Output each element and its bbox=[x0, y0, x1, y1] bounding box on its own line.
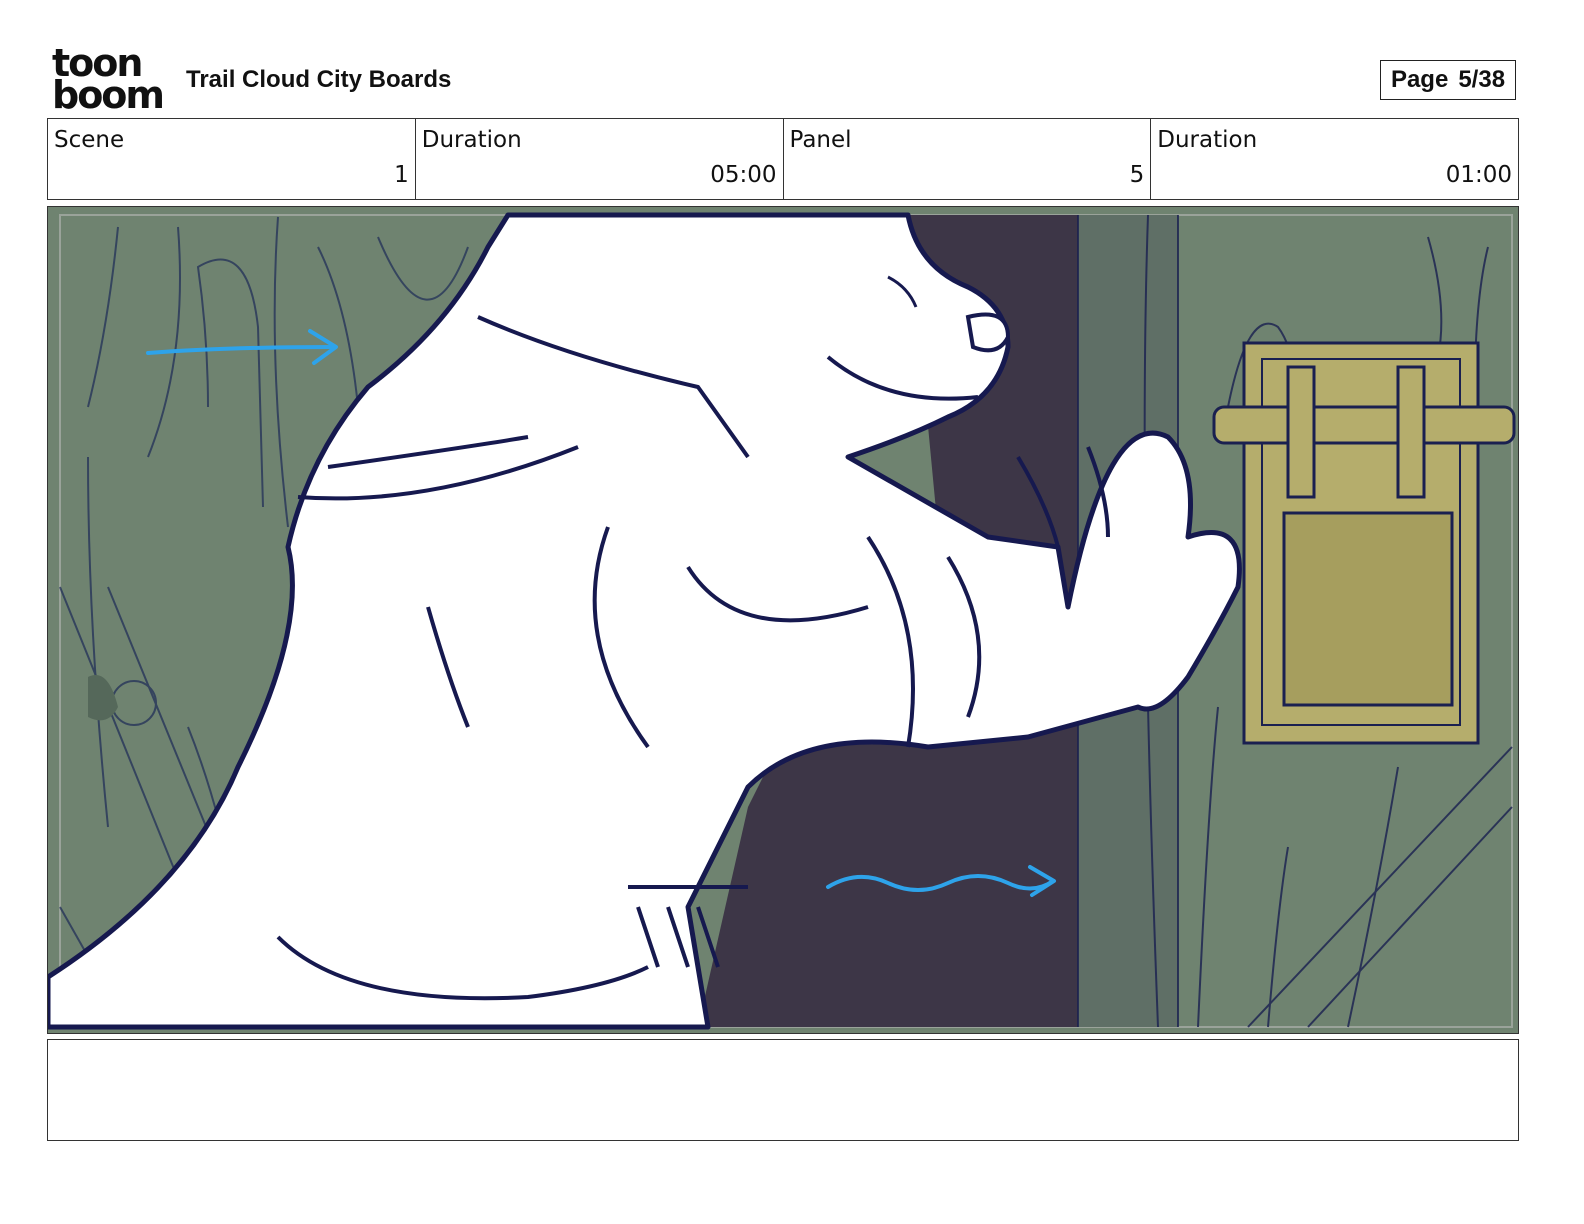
logo-line-2: boom bbox=[52, 73, 165, 117]
panel-duration-cell: Duration 01:00 bbox=[1150, 119, 1518, 199]
panel-duration-value: 01:00 bbox=[1445, 162, 1512, 188]
storyboard-panel-image bbox=[47, 206, 1519, 1034]
document-title: Trail Cloud City Boards bbox=[186, 66, 452, 93]
toonboom-logo: toon boom bbox=[52, 44, 165, 117]
scene-duration-label: Duration bbox=[421, 127, 522, 153]
scene-duration-value: 05:00 bbox=[710, 162, 777, 188]
scene-label: Scene bbox=[54, 127, 125, 153]
panel-artwork bbox=[48, 207, 1518, 1033]
panel-duration-label: Duration bbox=[1157, 127, 1258, 153]
panel-info-bar: Scene 1 Duration 05:00 Panel 5 Duration … bbox=[47, 118, 1519, 200]
page-indicator: Page 5/38 bbox=[1380, 60, 1516, 100]
scene-value: 1 bbox=[394, 162, 409, 188]
panel-label: Panel bbox=[789, 127, 852, 153]
panel-value: 5 bbox=[1129, 162, 1145, 188]
scene-duration-cell: Duration 05:00 bbox=[414, 119, 783, 199]
panel-notes-box bbox=[47, 1039, 1519, 1141]
scene-cell: Scene 1 bbox=[48, 119, 415, 199]
panel-cell: Panel 5 bbox=[782, 119, 1151, 199]
page-number: 5/38 bbox=[1458, 66, 1506, 93]
page-label: Page bbox=[1390, 66, 1449, 93]
